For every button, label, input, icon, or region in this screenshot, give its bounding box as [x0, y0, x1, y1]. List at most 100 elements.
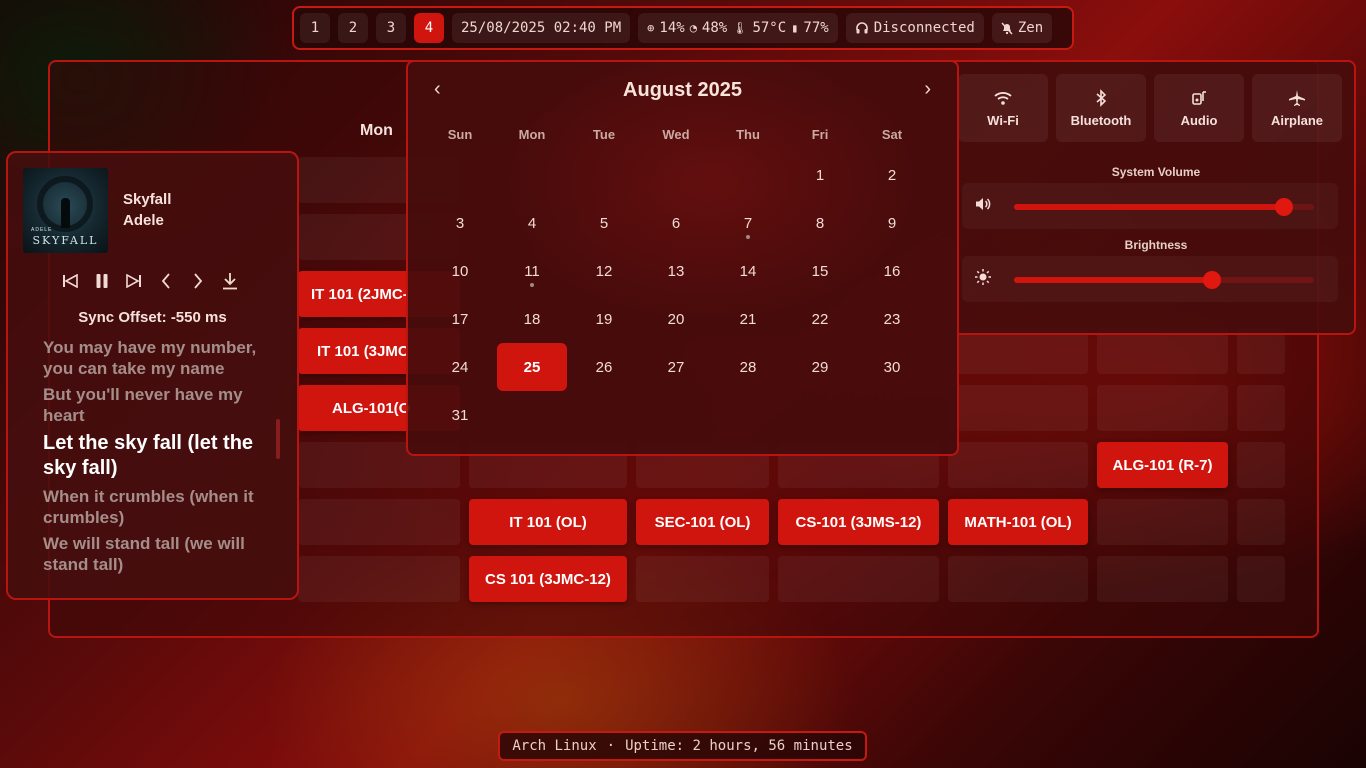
calendar-day[interactable]: 8	[784, 199, 856, 247]
wifi-icon	[994, 91, 1012, 105]
calendar-day-number: 12	[595, 262, 613, 280]
download-button[interactable]	[221, 271, 239, 291]
calendar-empty-day	[712, 151, 784, 199]
calendar-day-number: 4	[527, 214, 537, 232]
volume-slider-row	[962, 183, 1338, 229]
calendar-day[interactable]: 13	[640, 247, 712, 295]
weekday-header: Sat	[881, 127, 903, 142]
calendar-day[interactable]: 28	[712, 343, 784, 391]
calendar-day[interactable]: 5	[568, 199, 640, 247]
calendar-day[interactable]: 2	[856, 151, 928, 199]
calendar-day[interactable]: 24	[424, 343, 496, 391]
calendar-day[interactable]: 21	[712, 295, 784, 343]
next-track-button[interactable]	[125, 271, 143, 291]
audio-label: Audio	[1180, 112, 1218, 128]
calendar-day[interactable]: 7	[712, 199, 784, 247]
class-block[interactable]: SEC-101 (OL)	[636, 499, 769, 545]
calendar-day[interactable]: 14	[712, 247, 784, 295]
workspace-3-button[interactable]: 3	[376, 13, 406, 43]
skip-forward-icon	[126, 274, 141, 288]
lyrics-view[interactable]: You may have my number, you can take my …	[43, 337, 268, 580]
bell-off-icon	[1001, 21, 1013, 35]
pause-icon	[96, 274, 108, 288]
schedule-empty-cell	[1237, 499, 1285, 545]
volume-knob[interactable]	[1275, 198, 1293, 216]
class-block[interactable]: MATH-101 (OL)	[948, 499, 1088, 545]
next-month-button[interactable]: ›	[924, 78, 931, 101]
class-block[interactable]: IT 101 (OL)	[469, 499, 627, 545]
schedule-empty-cell	[636, 556, 769, 602]
sync-earlier-button[interactable]	[157, 271, 175, 291]
calendar-day[interactable]: 18	[496, 295, 568, 343]
calendar-day[interactable]: 29	[784, 343, 856, 391]
pause-button[interactable]	[93, 271, 111, 291]
album-cover[interactable]: ADELE SKYFALL	[23, 168, 108, 253]
airplane-toggle[interactable]: Airplane	[1252, 74, 1342, 142]
calendar-week: 12	[424, 151, 944, 199]
class-block[interactable]: CS 101 (3JMC-12)	[469, 556, 627, 602]
calendar-day[interactable]: 17	[424, 295, 496, 343]
workspace-switcher: 1 2 3 4	[300, 13, 444, 43]
clock[interactable]: 25/08/2025 02:40 PM	[452, 13, 631, 43]
previous-track-button[interactable]	[61, 271, 79, 291]
system-stats[interactable]: ⊕ 14% ◔ 48% 🌡︎ 57°C ▮ 77%	[638, 13, 838, 43]
notifications-mode[interactable]: Zen	[991, 13, 1053, 43]
calendar-day[interactable]: 19	[568, 295, 640, 343]
bluetooth-toggle[interactable]: Bluetooth	[1056, 74, 1146, 142]
workspace-2-button[interactable]: 2	[338, 13, 368, 43]
workspace-1-button[interactable]: 1	[300, 13, 330, 43]
calendar-week: 10 11 12 13 14 15 16	[424, 247, 944, 295]
calendar-day[interactable]: 6	[640, 199, 712, 247]
sync-offset: Sync Offset: -550 ms	[78, 309, 227, 326]
calendar-day-today[interactable]: 25	[497, 343, 567, 391]
calendar-day[interactable]: 16	[856, 247, 928, 295]
schedule-empty-cell	[1097, 385, 1228, 431]
calendar-week: 17 18 19 20 21 22 23	[424, 295, 944, 343]
calendar-day[interactable]: 9	[856, 199, 928, 247]
calendar-day[interactable]: 20	[640, 295, 712, 343]
class-block[interactable]: CS-101 (3JMS-12)	[778, 499, 939, 545]
calendar-day[interactable]: 23	[856, 295, 928, 343]
calendar-day[interactable]: 30	[856, 343, 928, 391]
sync-later-button[interactable]	[189, 271, 207, 291]
calendar-day[interactable]: 15	[784, 247, 856, 295]
quick-settings-panel: Wi-Fi Bluetooth Audio Airplane System Vo…	[958, 60, 1356, 335]
calendar-day[interactable]: 31	[424, 391, 496, 439]
calendar-day[interactable]: 11	[496, 247, 568, 295]
calendar-day[interactable]: 1	[784, 151, 856, 199]
calendar-day[interactable]: 27	[640, 343, 712, 391]
volume-fill	[1014, 204, 1284, 210]
class-block[interactable]: ALG-101 (R-7)	[1097, 442, 1228, 488]
cpu-icon: ⊕	[647, 21, 655, 35]
calendar-empty-day	[424, 151, 496, 199]
calendar-day-number: 2	[887, 166, 897, 184]
schedule-empty-cell	[778, 556, 939, 602]
lyrics-scrollbar[interactable]	[276, 419, 280, 459]
schedule-empty-cell	[1097, 499, 1228, 545]
brightness-slider[interactable]	[1014, 271, 1314, 289]
headphones-status[interactable]: Disconnected	[845, 13, 984, 43]
calendar-day-number: 24	[451, 358, 469, 376]
calendar-day[interactable]: 22	[784, 295, 856, 343]
calendar-day[interactable]: 12	[568, 247, 640, 295]
music-player: ADELE SKYFALL Skyfall Adele Sync Offset:…	[6, 151, 299, 600]
calendar-day-number: 16	[883, 262, 901, 280]
schedule-empty-cell	[1237, 556, 1285, 602]
schedule-day-header: Mon	[360, 122, 393, 139]
audio-toggle[interactable]: Audio	[1154, 74, 1244, 142]
calendar-day[interactable]: 3	[424, 199, 496, 247]
volume-slider[interactable]	[1014, 198, 1314, 216]
calendar-day[interactable]: 10	[424, 247, 496, 295]
calendar-day-number: 26	[595, 358, 613, 376]
calendar-empty-day	[856, 391, 928, 439]
weekday-header: Fri	[811, 127, 829, 142]
workspace-4-button[interactable]: 4	[414, 13, 444, 43]
ram-value: 48%	[701, 20, 728, 36]
lyric-line: We will stand tall (we will stand tall)	[43, 534, 245, 574]
brightness-knob[interactable]	[1203, 271, 1221, 289]
calendar-day[interactable]: 4	[496, 199, 568, 247]
wifi-toggle[interactable]: Wi-Fi	[958, 74, 1048, 142]
calendar-day[interactable]: 26	[568, 343, 640, 391]
calendar-day-number: 28	[739, 358, 757, 376]
top-bar: 1 2 3 4 25/08/2025 02:40 PM ⊕ 14% ◔ 48% 🌡︎…	[292, 6, 1074, 50]
